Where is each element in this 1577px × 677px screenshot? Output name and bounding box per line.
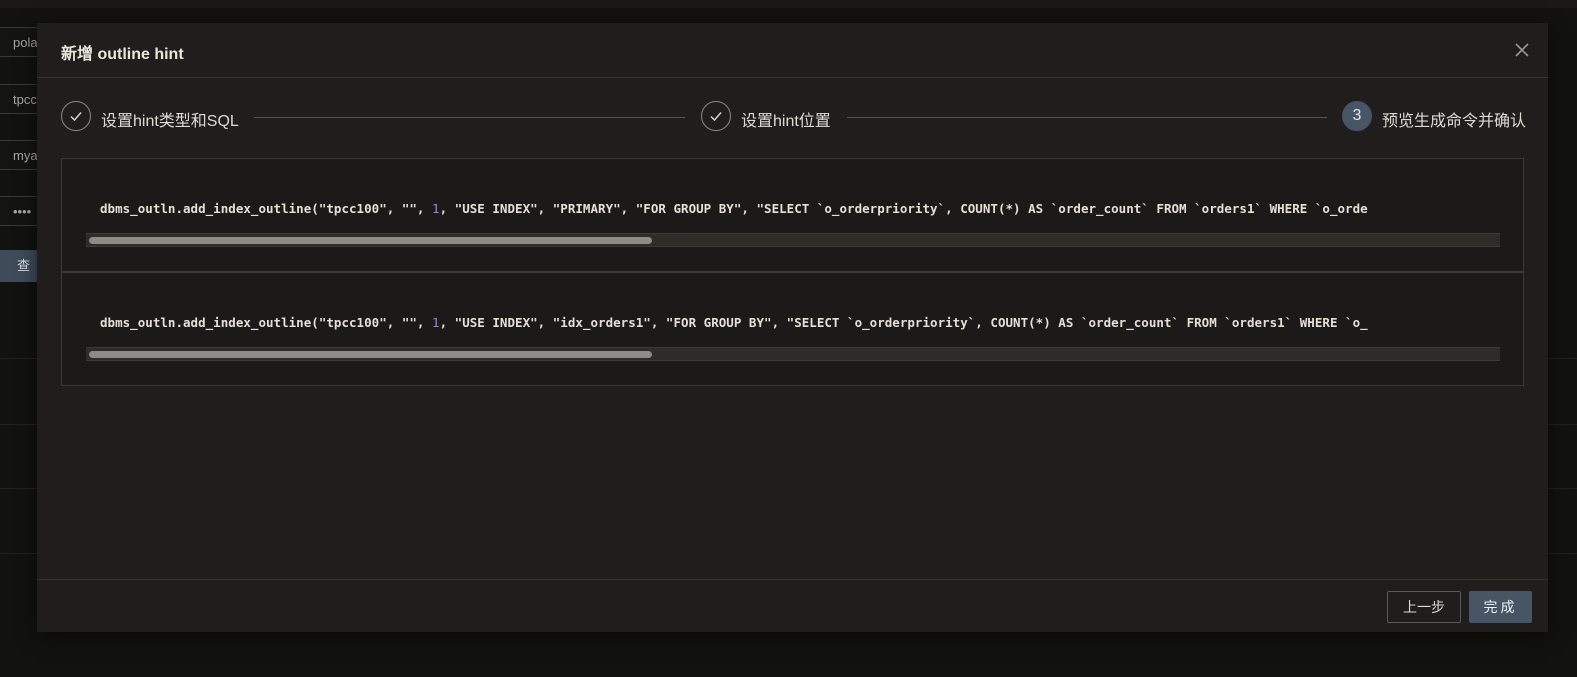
horizontal-scrollbar[interactable] — [86, 347, 1500, 361]
modal-footer: 上一步 完成 — [37, 579, 1548, 633]
command-suffix: , "USE INDEX", "PRIMARY", "FOR GROUP BY"… — [439, 201, 1368, 216]
previous-step-button[interactable]: 上一步 — [1387, 591, 1461, 623]
command-prefix: dbms_outln.add_index_outline("tpcc100", … — [100, 315, 433, 330]
step-3-number: 3 — [1342, 101, 1372, 131]
modal-title: 新增 outline hint — [61, 46, 184, 63]
close-icon[interactable] — [1511, 39, 1533, 61]
command-suffix: , "USE INDEX", "idx_orders1", "FOR GROUP… — [439, 315, 1368, 330]
check-icon — [61, 101, 91, 131]
command-number: 1 — [432, 201, 440, 216]
step-connector — [254, 117, 685, 118]
command-text: dbms_outln.add_index_outline("tpcc100", … — [100, 201, 1498, 216]
check-icon — [701, 101, 731, 131]
modal-header: 新增 outline hint — [37, 23, 1548, 78]
command-preview-2: dbms_outln.add_index_outline("tpcc100", … — [61, 272, 1524, 386]
step-2-label: 设置hint位置 — [741, 113, 831, 130]
step-connector — [847, 117, 1327, 118]
scrollbar-thumb[interactable] — [89, 351, 652, 358]
add-outline-hint-modal: 新增 outline hint 设置hint类型和SQL 设置hint位置 3 … — [37, 23, 1548, 632]
horizontal-scrollbar[interactable] — [86, 233, 1500, 247]
background-topbar — [0, 0, 1577, 8]
command-preview-1: dbms_outln.add_index_outline("tpcc100", … — [61, 158, 1524, 272]
step-3-label: 预览生成命令并确认 — [1382, 113, 1527, 130]
scrollbar-thumb[interactable] — [89, 237, 652, 244]
done-button[interactable]: 完成 — [1469, 591, 1532, 623]
command-number: 1 — [432, 315, 440, 330]
step-1-label: 设置hint类型和SQL — [101, 113, 239, 130]
command-prefix: dbms_outln.add_index_outline("tpcc100", … — [100, 201, 433, 216]
command-text: dbms_outln.add_index_outline("tpcc100", … — [100, 315, 1498, 330]
